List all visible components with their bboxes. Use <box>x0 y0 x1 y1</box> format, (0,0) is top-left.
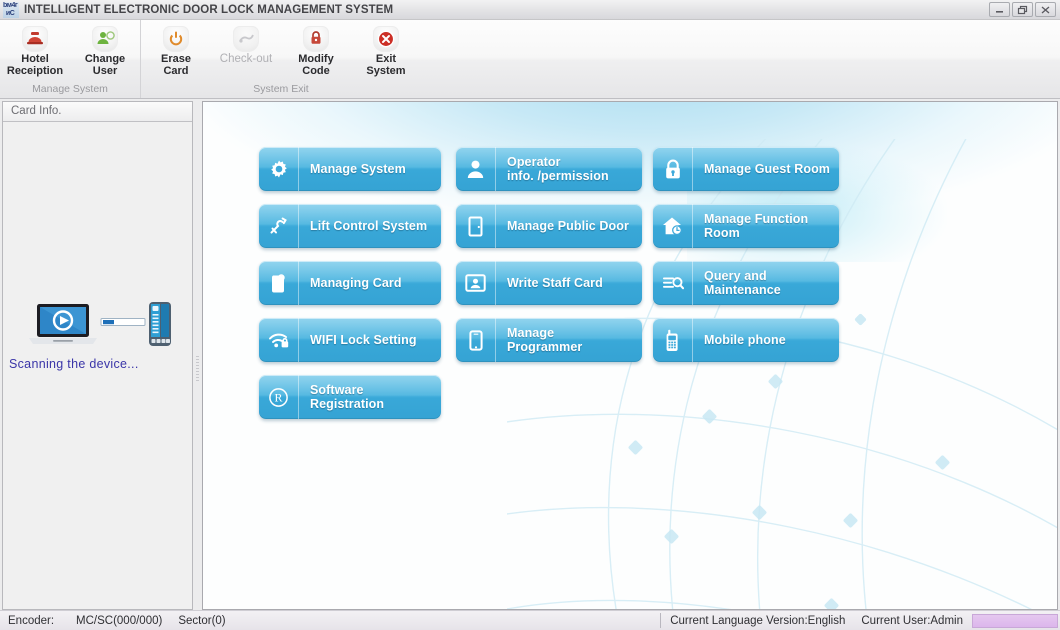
scan-status-text: Scanning the device... <box>3 357 192 371</box>
status-mcsc-value: MC/SC(000/000) <box>76 615 162 627</box>
menu-button-wifi-lock-setting[interactable]: WIFI Lock Setting <box>259 318 441 362</box>
change-user-icon <box>92 26 118 52</box>
check-out-button[interactable]: Check-out <box>211 22 281 82</box>
card-info-body: Scanning the device... <box>3 122 192 609</box>
erase-card-label: Erase Card <box>140 54 212 77</box>
menu-label: Manage Programmer <box>496 326 642 354</box>
restore-icon[interactable] <box>1012 2 1033 17</box>
status-indicator-box <box>972 614 1058 628</box>
menu-button-operator-info-permission[interactable]: Operator info. /permission <box>456 147 642 191</box>
mobile-phone-icon <box>653 318 693 362</box>
modify-code-button[interactable]: Modify Code <box>281 22 351 82</box>
status-sector-value: Sector(0) <box>178 615 225 627</box>
status-language-version: Current Language Version:English <box>670 615 845 627</box>
status-encoder-label: Encoder: <box>8 615 54 627</box>
splitter-grip-icon[interactable] <box>196 356 199 382</box>
menu-label: Manage System <box>299 162 441 176</box>
menu-button-manage-function-room[interactable]: Manage Function Room <box>653 204 839 248</box>
ribbon-group-title-manage-system: Manage System <box>0 82 140 98</box>
menu-button-query-and-maintenance[interactable]: Query and Maintenance <box>653 261 839 305</box>
house-clock-icon <box>653 204 693 248</box>
menu-button-manage-guest-room[interactable]: Manage Guest Room <box>653 147 839 191</box>
hotel-bell-icon <box>22 26 48 52</box>
ribbon-toolbar: Hotel Receiption Change <box>0 20 1060 99</box>
menu-label: Manage Public Door <box>496 219 642 233</box>
main-content-area: Manage System Operator info. /permission <box>202 101 1058 610</box>
erase-card-button[interactable]: Erase Card <box>141 22 211 82</box>
main-body: Card Info. <box>0 99 1060 610</box>
card-tag-icon <box>259 261 299 305</box>
panel-splitter[interactable] <box>193 101 202 610</box>
menu-button-manage-programmer[interactable]: Manage Programmer <box>456 318 642 362</box>
window-controls <box>989 2 1058 17</box>
lock-modify-code-icon <box>303 26 329 52</box>
close-icon[interactable] <box>1035 2 1056 17</box>
list-search-icon <box>653 261 693 305</box>
menu-label: Manage Function Room <box>693 212 839 240</box>
id-card-icon <box>456 261 496 305</box>
menu-label: Query and Maintenance <box>693 269 839 297</box>
menu-label: Mobile phone <box>693 333 839 347</box>
menu-button-managing-card[interactable]: Managing Card <box>259 261 441 305</box>
hotel-reception-button[interactable]: Hotel Receiption <box>0 22 70 82</box>
smartphone-icon <box>456 318 496 362</box>
change-user-label: Change User <box>69 54 141 77</box>
menu-button-manage-system[interactable]: Manage System <box>259 147 441 191</box>
app-logo-icon: bм4г иС <box>3 2 19 18</box>
menu-label: Managing Card <box>299 276 441 290</box>
ribbon-group-title-system-exit: System Exit <box>141 82 421 98</box>
menu-button-lift-control-system[interactable]: Lift Control System <box>259 204 441 248</box>
window-title: INTELLIGENT ELECTRONIC DOOR LOCK MANAGEM… <box>24 4 393 16</box>
menu-button-software-registration[interactable]: R Software Registration <box>259 375 441 419</box>
device-scan-status: Scanning the device... <box>3 300 192 371</box>
menu-label: Operator info. /permission <box>496 155 642 183</box>
menu-label: Write Staff Card <box>496 276 642 290</box>
title-bar: bм4г иС INTELLIGENT ELECTRONIC DOOR LOCK… <box>0 0 1060 20</box>
check-out-icon <box>233 26 259 52</box>
escalator-icon <box>259 204 299 248</box>
modify-code-label: Modify Code <box>280 54 352 77</box>
user-icon <box>456 147 496 191</box>
change-user-button[interactable]: Change User <box>70 22 140 82</box>
exit-system-label: Exit System <box>350 54 422 77</box>
registered-r-icon: R <box>259 375 299 419</box>
menu-button-mobile-phone[interactable]: Mobile phone <box>653 318 839 362</box>
menu-button-manage-public-door[interactable]: Manage Public Door <box>456 204 642 248</box>
lock-icon <box>653 147 693 191</box>
ribbon-group-system-exit: Erase Card Check-out <box>140 20 421 98</box>
status-current-user: Current User:Admin <box>861 615 963 627</box>
gear-icon <box>259 147 299 191</box>
ribbon-filler <box>421 20 1060 98</box>
ribbon-group-manage-system: Hotel Receiption Change <box>0 20 140 98</box>
main-menu-grid: Manage System Operator info. /permission <box>259 147 850 432</box>
menu-label: Lift Control System <box>299 219 441 233</box>
status-right-group: Current Language Version:English Current… <box>660 611 1058 630</box>
hotel-reception-label: Hotel Receiption <box>0 54 71 77</box>
card-info-header: Card Info. <box>3 102 192 122</box>
laptop-to-card-reader-scan-icon <box>23 300 173 352</box>
svg-text:R: R <box>274 390 282 404</box>
menu-label: Manage Guest Room <box>693 162 839 176</box>
status-divider <box>660 613 661 628</box>
power-erase-icon <box>163 26 189 52</box>
exit-system-icon <box>373 26 399 52</box>
menu-label: Software Registration <box>299 383 441 411</box>
exit-system-button[interactable]: Exit System <box>351 22 421 82</box>
wifi-lock-icon <box>259 318 299 362</box>
status-bar: Encoder: MC/SC(000/000) Sector(0) Curren… <box>0 610 1060 630</box>
application-window: bм4г иС INTELLIGENT ELECTRONIC DOOR LOCK… <box>0 0 1060 630</box>
door-icon <box>456 204 496 248</box>
card-info-panel: Card Info. <box>2 101 193 610</box>
menu-button-write-staff-card[interactable]: Write Staff Card <box>456 261 642 305</box>
check-out-label: Check-out <box>210 54 282 66</box>
menu-label: WIFI Lock Setting <box>299 333 441 347</box>
minimize-icon[interactable] <box>989 2 1010 17</box>
